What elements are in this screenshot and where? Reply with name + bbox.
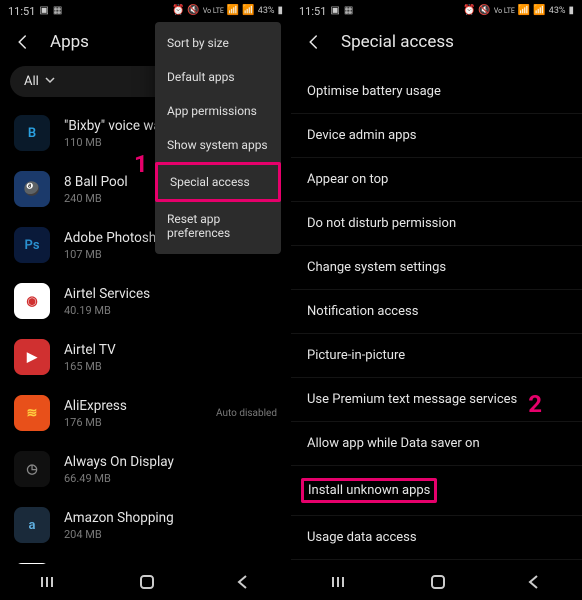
access-item-optimise-battery-usage[interactable]: Optimise battery usage [291,70,582,114]
app-icon: ≋ [14,395,50,431]
app-row[interactable]: ≋ AliExpress 176 MB Auto disabled [0,385,291,441]
battery-pct: 43% [549,6,566,16]
access-item-change-system-settings[interactable]: Change system settings [291,246,582,290]
access-item-do-not-disturb-permission[interactable]: Do not disturb permission [291,202,582,246]
navbar [0,564,291,600]
menu-item-app-permissions[interactable]: App permissions [155,94,281,128]
app-icon: a [14,507,50,543]
callout-2: 2 [528,390,542,418]
special-access-list: Optimise battery usageDevice admin appsA… [291,66,582,600]
screenshot-icon: ▦ [53,6,62,16]
home-icon[interactable] [430,574,446,590]
signal-icon: 📶 [533,6,545,16]
app-text: Airtel Services 40.19 MB [64,286,277,317]
special-access-header: Special access [291,22,582,66]
signal-icon: 📶 [227,6,239,16]
status-time: 11:51 [8,5,35,18]
camera-icon: ▣ [39,6,48,16]
app-name: Amazon Shopping [64,510,277,526]
status-bar: 11:51 ▣ ▦ ⏰ 🔇 Vo LTE 📶 📶 43% ▮ [0,0,291,22]
access-item-device-admin-apps[interactable]: Device admin apps [291,114,582,158]
back-icon[interactable] [14,33,32,51]
volte-label: Vo LTE [203,7,224,15]
app-text: Always On Display 66.49 MB [64,454,277,485]
access-item-picture-in-picture[interactable]: Picture-in-picture [291,334,582,378]
app-icon: Ps [14,227,50,263]
app-row[interactable]: a Amazon Shopping 204 MB [0,497,291,553]
recents-icon[interactable] [40,575,60,589]
recents-icon[interactable] [331,575,351,589]
alarm-icon: ⏰ [172,6,184,16]
access-item-appear-on-top[interactable]: Appear on top [291,158,582,202]
alarm-icon: ⏰ [463,6,475,16]
back-icon[interactable] [305,33,323,51]
mute-icon: 🔇 [187,6,199,16]
app-row[interactable]: ◉ Airtel Services 40.19 MB [0,273,291,329]
battery-icon: ▮ [568,6,574,16]
access-item-notification-access[interactable]: Notification access [291,290,582,334]
status-bar: 11:51 ▣ ▦ ⏰ 🔇 Vo LTE 📶 📶 43% ▮ [291,0,582,22]
app-extra: Auto disabled [216,408,277,419]
filter-label: All [24,74,39,89]
battery-pct: 43% [258,6,275,16]
callout-1: 1 [134,150,148,178]
app-size: 176 MB [64,416,202,429]
chevron-down-icon [45,74,55,89]
app-size: 204 MB [64,528,277,541]
screenshot-icon: ▦ [344,6,353,16]
menu-item-show-system-apps[interactable]: Show system apps [155,128,281,162]
app-text: AliExpress 176 MB [64,398,202,429]
app-text: Amazon Shopping 204 MB [64,510,277,541]
overflow-menu: Sort by sizeDefault appsApp permissionsS… [155,22,281,254]
app-name: Always On Display [64,454,277,470]
app-row[interactable]: ▶ Airtel TV 165 MB [0,329,291,385]
back-nav-icon[interactable] [235,574,251,590]
signal-icon: 📶 [242,6,254,16]
app-name: Airtel Services [64,286,277,302]
menu-item-reset-app-preferences[interactable]: Reset app preferences [155,202,281,250]
page-title: Special access [341,32,454,52]
access-item-label: Install unknown apps [301,478,437,503]
access-item-usage-data-access[interactable]: Usage data access [291,516,582,560]
signal-icon: 📶 [518,6,530,16]
home-icon[interactable] [139,574,155,590]
app-name: AliExpress [64,398,202,414]
app-size: 66.49 MB [64,472,277,485]
mute-icon: 🔇 [478,6,490,16]
app-icon: B [14,115,50,151]
app-icon: ◉ [14,283,50,319]
phone-right: 11:51 ▣ ▦ ⏰ 🔇 Vo LTE 📶 📶 43% ▮ Special a… [291,0,582,600]
phone-left: 11:51 ▣ ▦ ⏰ 🔇 Vo LTE 📶 📶 43% ▮ Apps All … [0,0,291,600]
menu-item-special-access[interactable]: Special access [155,162,281,202]
back-nav-icon[interactable] [526,574,542,590]
app-text: Airtel TV 165 MB [64,342,277,373]
app-icon: 🎱 [14,171,50,207]
menu-item-default-apps[interactable]: Default apps [155,60,281,94]
app-size: 40.19 MB [64,304,277,317]
app-row[interactable]: ◷ Always On Display 66.49 MB [0,441,291,497]
app-icon: ◷ [14,451,50,487]
menu-item-sort-by-size[interactable]: Sort by size [155,26,281,60]
camera-icon: ▣ [330,6,339,16]
navbar [291,564,582,600]
access-item-allow-app-while-data-saver-on[interactable]: Allow app while Data saver on [291,422,582,466]
app-icon: ▶ [14,339,50,375]
app-size: 165 MB [64,360,277,373]
battery-icon: ▮ [277,6,283,16]
app-name: Airtel TV [64,342,277,358]
page-title: Apps [50,32,89,52]
volte-label: Vo LTE [494,7,515,15]
status-time: 11:51 [299,5,326,18]
access-item-install-unknown-apps[interactable]: Install unknown apps [291,466,582,516]
